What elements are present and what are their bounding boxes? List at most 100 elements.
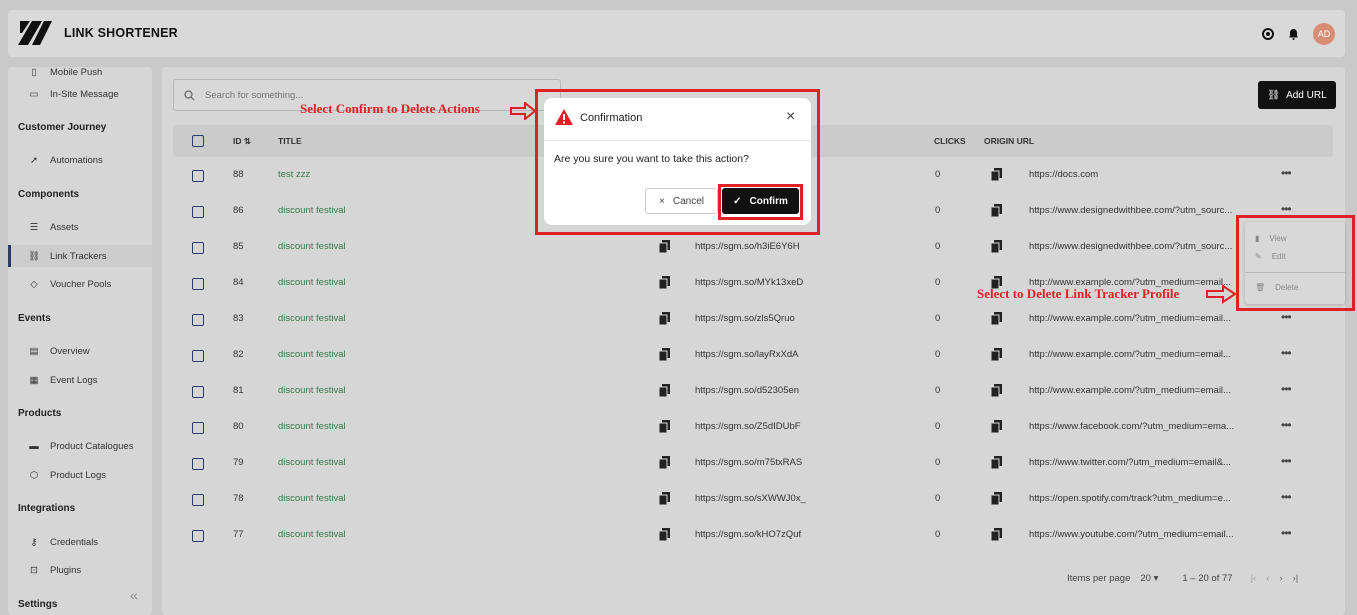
sidebar-item-product-catalogues[interactable]: ▬ Product Catalogues <box>8 435 152 457</box>
row-checkbox[interactable] <box>192 278 204 290</box>
row-origin-url[interactable]: http://www.example.com/?utm_medium=email… <box>1029 385 1231 396</box>
sidebar-item-in-site-message[interactable]: ▭ In-Site Message <box>8 83 152 105</box>
row-checkbox[interactable] <box>192 170 204 182</box>
col-origin-url[interactable]: ORIGIN URL <box>984 136 1034 146</box>
more-actions-icon[interactable]: ••• <box>1281 526 1292 540</box>
sidebar-item-voucher-pools[interactable]: ◇ Voucher Pools <box>8 273 152 295</box>
last-page-icon[interactable]: ›| <box>1293 573 1299 584</box>
copy-icon[interactable] <box>659 312 670 325</box>
row-short-url[interactable]: https://sgm.so/m75txRAS <box>695 457 802 468</box>
sidebar-item-automations[interactable]: ➚ Automations <box>8 149 152 171</box>
row-short-url[interactable]: https://sgm.so/zls5Qruo <box>695 313 795 324</box>
row-title[interactable]: discount festival <box>278 421 346 432</box>
row-title[interactable]: discount festival <box>278 349 346 360</box>
copy-icon[interactable] <box>991 204 1002 217</box>
row-short-url[interactable]: https://sgm.so/sXWWJ0x_ <box>695 493 806 504</box>
row-title[interactable]: discount festival <box>278 529 346 540</box>
row-origin-url[interactable]: http://www.example.com/?utm_medium=email… <box>1029 349 1231 360</box>
copy-icon[interactable] <box>991 348 1002 361</box>
row-title[interactable]: discount festival <box>278 241 346 252</box>
col-clicks[interactable]: CLICKS <box>934 136 966 146</box>
sidebar-item-product-logs[interactable]: ⬡ Product Logs <box>8 464 152 486</box>
collapse-sidebar-icon[interactable]: « <box>130 587 138 603</box>
row-origin-url[interactable]: https://www.facebook.com/?utm_medium=ema… <box>1029 421 1234 432</box>
row-title[interactable]: discount festival <box>278 457 346 468</box>
row-title[interactable]: discount festival <box>278 385 346 396</box>
table-row[interactable]: 78 discount festival https://sgm.so/sXWWJ0… <box>173 481 1333 517</box>
copy-icon[interactable] <box>659 420 670 433</box>
copy-icon[interactable] <box>991 492 1002 505</box>
table-row[interactable]: 83 discount festival https://sgm.so/zls5Qr… <box>173 301 1333 337</box>
table-row[interactable]: 79 discount festival https://sgm.so/m75txR… <box>173 445 1333 481</box>
copy-icon[interactable] <box>991 384 1002 397</box>
more-actions-icon[interactable]: ••• <box>1281 346 1292 360</box>
row-checkbox[interactable] <box>192 530 204 542</box>
row-origin-url[interactable]: https://www.youtube.com/?utm_medium=emai… <box>1029 529 1234 540</box>
copy-icon[interactable] <box>659 384 670 397</box>
copy-icon[interactable] <box>659 456 670 469</box>
more-actions-icon[interactable]: ••• <box>1281 490 1292 504</box>
sidebar-item-overview[interactable]: ▤ Overview <box>8 340 152 362</box>
row-short-url[interactable]: https://sgm.so/kHO7zQuf <box>695 529 801 540</box>
select-all-checkbox[interactable] <box>192 135 204 147</box>
row-short-url[interactable]: https://sgm.so/layRxXdA <box>695 349 798 360</box>
col-title[interactable]: TITLE <box>278 136 302 146</box>
row-title[interactable]: discount festival <box>278 205 346 216</box>
items-per-page-select[interactable]: 20 ▾ <box>1140 573 1158 584</box>
sidebar-item-mobile-push[interactable]: ▯ Mobile Push <box>8 67 152 83</box>
col-id[interactable]: ID ⇅ <box>233 136 251 147</box>
table-row[interactable]: 77 discount festival https://sgm.so/kHO7zQ… <box>173 517 1333 553</box>
row-checkbox[interactable] <box>192 458 204 470</box>
copy-icon[interactable] <box>991 528 1002 541</box>
next-page-icon[interactable]: › <box>1279 573 1282 584</box>
sidebar-item-credentials[interactable]: ⚷ Credentials <box>8 531 152 553</box>
copy-icon[interactable] <box>659 240 670 253</box>
row-title[interactable]: discount festival <box>278 313 346 324</box>
copy-icon[interactable] <box>991 420 1002 433</box>
help-icon[interactable] <box>1262 28 1274 40</box>
copy-icon[interactable] <box>659 276 670 289</box>
row-checkbox[interactable] <box>192 350 204 362</box>
copy-icon[interactable] <box>659 348 670 361</box>
row-origin-url[interactable]: https://open.spotify.com/track?utm_mediu… <box>1029 493 1231 504</box>
row-title[interactable]: test zzz <box>278 169 310 180</box>
row-checkbox[interactable] <box>192 206 204 218</box>
row-origin-url[interactable]: https://www.twitter.com/?utm_medium=emai… <box>1029 457 1231 468</box>
more-actions-icon[interactable]: ••• <box>1281 418 1292 432</box>
row-checkbox[interactable] <box>192 242 204 254</box>
more-actions-icon[interactable]: ••• <box>1281 310 1292 324</box>
more-actions-icon[interactable]: ••• <box>1281 382 1292 396</box>
copy-icon[interactable] <box>991 456 1002 469</box>
row-short-url[interactable]: https://sgm.so/d52305en <box>695 385 799 396</box>
row-origin-url[interactable]: http://www.example.com/?utm_medium=email… <box>1029 313 1231 324</box>
sidebar-item-plugins[interactable]: ⊡ Plugins <box>8 559 152 581</box>
more-actions-icon[interactable]: ••• <box>1281 454 1292 468</box>
row-origin-url[interactable]: https://www.designedwithbee.com/?utm_sou… <box>1029 241 1232 252</box>
copy-icon[interactable] <box>991 312 1002 325</box>
search-input[interactable] <box>205 89 505 101</box>
more-actions-icon[interactable]: ••• <box>1281 202 1292 216</box>
table-row[interactable]: 81 discount festival https://sgm.so/d52305… <box>173 373 1333 409</box>
row-short-url[interactable]: https://sgm.so/Z5dIDUbF <box>695 421 801 432</box>
row-checkbox[interactable] <box>192 494 204 506</box>
bell-icon[interactable] <box>1288 28 1299 40</box>
sidebar-item-event-logs[interactable]: ▦ Event Logs <box>8 369 152 391</box>
row-origin-url[interactable]: https://docs.com <box>1029 169 1098 180</box>
sidebar-item-link-trackers[interactable]: ⛓ Link Trackers <box>8 245 152 267</box>
more-actions-icon[interactable]: ••• <box>1281 166 1292 180</box>
first-page-icon[interactable]: |‹ <box>1251 573 1257 584</box>
copy-icon[interactable] <box>659 492 670 505</box>
copy-icon[interactable] <box>659 528 670 541</box>
row-origin-url[interactable]: https://www.designedwithbee.com/?utm_sou… <box>1029 205 1232 216</box>
row-checkbox[interactable] <box>192 386 204 398</box>
copy-icon[interactable] <box>991 240 1002 253</box>
row-checkbox[interactable] <box>192 314 204 326</box>
table-row[interactable]: 80 discount festival https://sgm.so/Z5dIDU… <box>173 409 1333 445</box>
avatar[interactable]: AD <box>1313 23 1335 45</box>
row-title[interactable]: discount festival <box>278 277 346 288</box>
add-url-button[interactable]: ⛓ Add URL <box>1258 81 1336 109</box>
table-row[interactable]: 82 discount festival https://sgm.so/layRxX… <box>173 337 1333 373</box>
copy-icon[interactable] <box>991 168 1002 181</box>
row-title[interactable]: discount festival <box>278 493 346 504</box>
row-checkbox[interactable] <box>192 422 204 434</box>
